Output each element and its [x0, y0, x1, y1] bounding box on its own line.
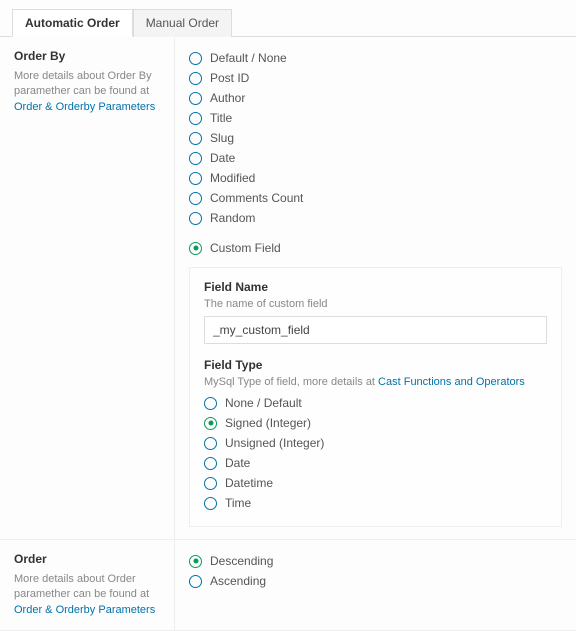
radio-ascending[interactable] — [189, 575, 202, 588]
radio-default[interactable] — [189, 52, 202, 65]
radio-postid[interactable] — [189, 72, 202, 85]
radio-comments-label: Comments Count — [210, 189, 303, 207]
field-name-title: Field Name — [204, 280, 547, 294]
order-desc-text: More details about Order paramether can … — [14, 573, 149, 600]
radio-type-date-label: Date — [225, 454, 250, 472]
radio-type-datetime-label: Datetime — [225, 474, 273, 492]
radio-type-unsigned[interactable] — [204, 437, 217, 450]
radio-author-label: Author — [210, 89, 245, 107]
radio-type-datetime[interactable] — [204, 477, 217, 490]
order-by-desc-text: More details about Order By paramether c… — [14, 70, 152, 97]
radio-custom-field[interactable] — [189, 242, 202, 255]
radio-random-label: Random — [210, 209, 255, 227]
field-name-input[interactable] — [204, 316, 547, 344]
order-options: Descending Ascending — [175, 540, 576, 630]
order-desc: More details about Order paramether can … — [14, 572, 160, 618]
radio-descending[interactable] — [189, 555, 202, 568]
radio-slug-label: Slug — [210, 129, 234, 147]
radio-type-time[interactable] — [204, 497, 217, 510]
radio-author[interactable] — [189, 92, 202, 105]
radio-type-date[interactable] — [204, 457, 217, 470]
radio-type-signed[interactable] — [204, 417, 217, 430]
order-by-desc: More details about Order By paramether c… — [14, 69, 160, 115]
radio-type-time-label: Time — [225, 494, 251, 512]
radio-type-none[interactable] — [204, 397, 217, 410]
section-order-by: Order By More details about Order By par… — [0, 37, 576, 540]
radio-slug[interactable] — [189, 132, 202, 145]
radio-type-none-label: None / Default — [225, 394, 302, 412]
order-sidebar: Order More details about Order paramethe… — [0, 540, 175, 630]
order-title: Order — [14, 552, 160, 566]
radio-random[interactable] — [189, 212, 202, 225]
settings-panel: Automatic Order Manual Order Order By Mo… — [0, 0, 576, 631]
radio-descending-label: Descending — [210, 552, 273, 570]
field-name-desc: The name of custom field — [204, 298, 547, 310]
radio-comments[interactable] — [189, 192, 202, 205]
radio-postid-label: Post ID — [210, 69, 249, 87]
radio-title-label: Title — [210, 109, 232, 127]
order-by-sidebar: Order By More details about Order By par… — [0, 37, 175, 539]
order-by-title: Order By — [14, 49, 160, 63]
radio-date[interactable] — [189, 152, 202, 165]
tab-automatic-order[interactable]: Automatic Order — [12, 9, 133, 37]
field-type-desc-text: MySql Type of field, more details at — [204, 376, 378, 388]
section-order: Order More details about Order paramethe… — [0, 540, 576, 631]
order-by-options: Default / None Post ID Author Title Slug… — [175, 37, 576, 539]
custom-field-box: Field Name The name of custom field Fiel… — [189, 267, 562, 527]
radio-modified[interactable] — [189, 172, 202, 185]
field-type-doc-link[interactable]: Cast Functions and Operators — [378, 376, 525, 388]
order-doc-link[interactable]: Order & Orderby Parameters — [14, 604, 155, 616]
radio-type-unsigned-label: Unsigned (Integer) — [225, 434, 324, 452]
field-type-title: Field Type — [204, 358, 547, 372]
radio-custom-field-label: Custom Field — [210, 239, 281, 257]
tabs-bar: Automatic Order Manual Order — [0, 0, 576, 37]
tab-manual-order[interactable]: Manual Order — [133, 9, 232, 37]
radio-title[interactable] — [189, 112, 202, 125]
radio-default-label: Default / None — [210, 49, 287, 67]
radio-date-label: Date — [210, 149, 235, 167]
radio-ascending-label: Ascending — [210, 572, 266, 590]
field-type-desc: MySql Type of field, more details at Cas… — [204, 376, 547, 388]
radio-modified-label: Modified — [210, 169, 255, 187]
order-by-doc-link[interactable]: Order & Orderby Parameters — [14, 101, 155, 113]
radio-type-signed-label: Signed (Integer) — [225, 414, 311, 432]
